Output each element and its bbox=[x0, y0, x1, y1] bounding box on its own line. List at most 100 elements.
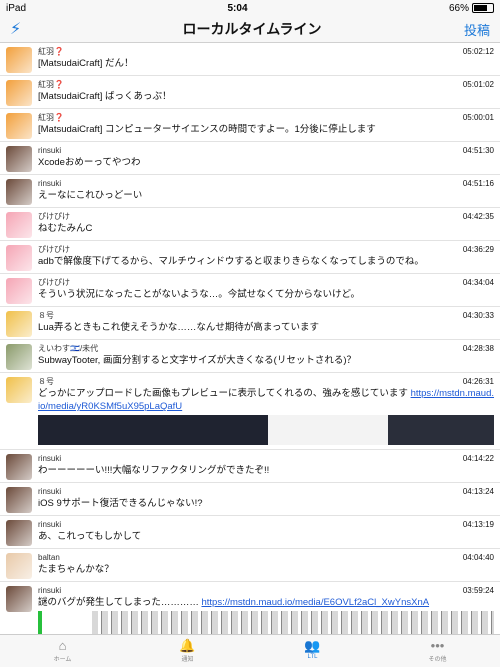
timeline-post[interactable]: rinsuki 04:14:22 わーーーーーい!!!大幅なリファクタリングができた… bbox=[0, 450, 500, 483]
post-meta: rinsuki 04:13:19 bbox=[38, 519, 494, 530]
post-text: [MatsudaiCraft] ばっくあっぷ！ bbox=[38, 90, 494, 103]
avatar[interactable] bbox=[6, 245, 32, 271]
bell-icon: 🔔 bbox=[179, 638, 196, 653]
tab-notifications[interactable]: 🔔 通知 bbox=[125, 635, 250, 667]
post-content: わーーーーーい!!!大幅なリファクタリングができたぞ!! bbox=[38, 465, 270, 476]
post-author[interactable]: 紅羽❓ bbox=[38, 79, 64, 90]
post-link[interactable]: https://mstdn.maud.io/media/E6OVLf2aCl_X… bbox=[201, 597, 429, 608]
post-text: [MatsudaiCraft] コンピューターサイエンスの時間ですよー。1分後に… bbox=[38, 123, 494, 136]
tab-label: ホーム bbox=[53, 657, 72, 663]
timeline-post[interactable]: 紅羽❓ 05:00:01 [MatsudaiCraft] コンピューターサイエンスの… bbox=[0, 109, 500, 142]
post-text: そういう状況になったことがないような…。今試せなくて分からないけど。 bbox=[38, 288, 494, 301]
post-author[interactable]: 紅羽❓ bbox=[38, 46, 64, 57]
streaming-bolt-icon[interactable]: ⚡ bbox=[10, 19, 40, 39]
post-meta: ぴけぴけ 04:36:29 bbox=[38, 244, 494, 255]
media-thumbnail[interactable] bbox=[388, 415, 494, 445]
post-author[interactable]: rinsuki bbox=[38, 178, 61, 189]
post-button[interactable]: 投稿 bbox=[464, 20, 490, 39]
timeline-post[interactable]: baltan 04:04:40 たまちゃんかな？ bbox=[0, 549, 500, 582]
tab-home[interactable]: ⌂ ホーム bbox=[0, 635, 125, 667]
post-author[interactable]: ８号 bbox=[38, 310, 54, 321]
avatar[interactable] bbox=[6, 278, 32, 304]
post-body: ぴけぴけ 04:36:29 adbで解像度下げてるから、マルチウィンドウすると収まり… bbox=[38, 244, 494, 271]
post-time: 04:51:16 bbox=[462, 179, 494, 188]
timeline-post[interactable]: ぴけぴけ 04:36:29 adbで解像度下げてるから、マルチウィンドウすると収まり… bbox=[0, 241, 500, 274]
post-meta: ８号 04:30:33 bbox=[38, 310, 494, 321]
avatar[interactable] bbox=[6, 212, 32, 238]
navigation-bar: ⚡ ローカルタイムライン 投稿 bbox=[0, 16, 500, 43]
avatar[interactable] bbox=[6, 179, 32, 205]
post-time: 04:14:22 bbox=[462, 454, 494, 463]
page-title: ローカルタイムライン bbox=[182, 21, 322, 37]
post-body: baltan 04:04:40 たまちゃんかな？ bbox=[38, 552, 494, 579]
timeline-post[interactable]: ８号 04:30:33 Lua弄るときもこれ使えそうかな……なんせ期待が高まっていま… bbox=[0, 307, 500, 340]
post-content: どっかにアップロードした画像もプレビューに表示してくれるの、強みを感じています bbox=[38, 388, 408, 399]
timeline-list[interactable]: 紅羽❓ 05:02:12 [MatsudaiCraft] だん！ 紅羽❓ 05:01:0… bbox=[0, 43, 500, 635]
avatar[interactable] bbox=[6, 454, 32, 480]
post-text: Lua弄るときもこれ使えそうかな……なんせ期待が高まっています bbox=[38, 321, 494, 334]
timeline-post[interactable]: rinsuki 04:51:16 えーなにこれひっどーい bbox=[0, 175, 500, 208]
post-time: 04:13:19 bbox=[462, 520, 494, 529]
avatar[interactable] bbox=[6, 113, 32, 139]
post-body: rinsuki 04:13:24 iOS 9サポート復活できるんじゃない!? bbox=[38, 486, 494, 513]
avatar[interactable] bbox=[6, 586, 32, 612]
post-body: 紅羽❓ 05:01:02 [MatsudaiCraft] ばっくあっぷ！ bbox=[38, 79, 494, 106]
timeline-post[interactable]: ぴけぴけ 04:42:35 ねむたみんC bbox=[0, 208, 500, 241]
clock: 5:04 bbox=[227, 2, 248, 14]
avatar[interactable] bbox=[6, 311, 32, 337]
post-time: 04:36:29 bbox=[462, 245, 494, 254]
post-meta: 紅羽❓ 05:00:01 bbox=[38, 112, 494, 123]
post-meta: rinsuki 04:51:30 bbox=[38, 145, 494, 156]
timeline-post[interactable]: 紅羽❓ 05:02:12 [MatsudaiCraft] だん！ bbox=[0, 43, 500, 76]
timeline-post[interactable]: rinsuki 04:51:30 Xcodeおめーってやつわ bbox=[0, 142, 500, 175]
timeline-post[interactable]: ぴけぴけ 04:34:04 そういう状況になったことがないような…。今試せなくて分か… bbox=[0, 274, 500, 307]
avatar[interactable] bbox=[6, 553, 32, 579]
post-time: 05:01:02 bbox=[462, 80, 494, 89]
tab-bar: ⌂ ホーム 🔔 通知 👥 LTL ••• その他 bbox=[0, 634, 500, 667]
timeline-post[interactable]: えいわす🇮🇱/未代 04:28:38 SubwayTooter, 画面分割すると文字… bbox=[0, 340, 500, 373]
post-text: [MatsudaiCraft] だん！ bbox=[38, 57, 494, 70]
post-content: えーなにこれひっどーい bbox=[38, 190, 143, 201]
post-author[interactable]: ８号 bbox=[38, 376, 54, 387]
post-author[interactable]: baltan bbox=[38, 552, 60, 563]
post-meta: ぴけぴけ 04:42:35 bbox=[38, 211, 494, 222]
avatar[interactable] bbox=[6, 344, 32, 370]
avatar[interactable] bbox=[6, 47, 32, 73]
timeline-post[interactable]: rinsuki 04:13:24 iOS 9サポート復活できるんじゃない!? bbox=[0, 483, 500, 516]
post-author[interactable]: rinsuki bbox=[38, 585, 61, 596]
post-author[interactable]: ぴけぴけ bbox=[38, 211, 70, 222]
post-author[interactable]: 紅羽❓ bbox=[38, 112, 64, 123]
post-author[interactable]: rinsuki bbox=[38, 486, 61, 497]
media-thumbnail[interactable] bbox=[92, 611, 494, 635]
post-meta: rinsuki 04:13:24 bbox=[38, 486, 494, 497]
post-author[interactable]: ぴけぴけ bbox=[38, 277, 70, 288]
timeline-post[interactable]: ８号 04:26:31 どっかにアップロードした画像もプレビューに表示してくれるの、… bbox=[0, 373, 500, 450]
tab-more[interactable]: ••• その他 bbox=[375, 635, 500, 667]
post-author[interactable]: rinsuki bbox=[38, 145, 61, 156]
post-text: iOS 9サポート復活できるんじゃない!? bbox=[38, 497, 494, 510]
post-author[interactable]: rinsuki bbox=[38, 453, 61, 464]
post-author[interactable]: ぴけぴけ bbox=[38, 244, 70, 255]
media-thumbnail[interactable] bbox=[42, 611, 92, 635]
timeline-post[interactable]: 紅羽❓ 05:01:02 [MatsudaiCraft] ばっくあっぷ！ bbox=[0, 76, 500, 109]
media-preview[interactable] bbox=[38, 611, 494, 635]
post-text: えーなにこれひっどーい bbox=[38, 189, 494, 202]
post-body: えいわす🇮🇱/未代 04:28:38 SubwayTooter, 画面分割すると文字… bbox=[38, 343, 494, 370]
timeline-post[interactable]: rinsuki 04:13:19 あ、これってもしかして bbox=[0, 516, 500, 549]
avatar[interactable] bbox=[6, 520, 32, 546]
avatar[interactable] bbox=[6, 146, 32, 172]
avatar[interactable] bbox=[6, 487, 32, 513]
post-body: ぴけぴけ 04:34:04 そういう状況になったことがないような…。今試せなくて分か… bbox=[38, 277, 494, 304]
home-icon: ⌂ bbox=[58, 638, 67, 653]
avatar[interactable] bbox=[6, 377, 32, 403]
timeline-post[interactable]: rinsuki 03:59:24 謎のバグが発生してしまった………… https:/… bbox=[0, 582, 500, 635]
media-preview[interactable] bbox=[38, 415, 494, 445]
avatar[interactable] bbox=[6, 80, 32, 106]
post-author[interactable]: rinsuki bbox=[38, 519, 61, 530]
post-text: わーーーーーい!!!大幅なリファクタリングができたぞ!! bbox=[38, 464, 494, 477]
tab-label: LTL bbox=[307, 654, 318, 660]
media-thumbnail[interactable] bbox=[268, 415, 388, 445]
tab-ltl[interactable]: 👥 LTL bbox=[250, 635, 375, 667]
post-author[interactable]: えいわす🇮🇱/未代 bbox=[38, 343, 98, 354]
media-thumbnail[interactable] bbox=[38, 415, 268, 445]
